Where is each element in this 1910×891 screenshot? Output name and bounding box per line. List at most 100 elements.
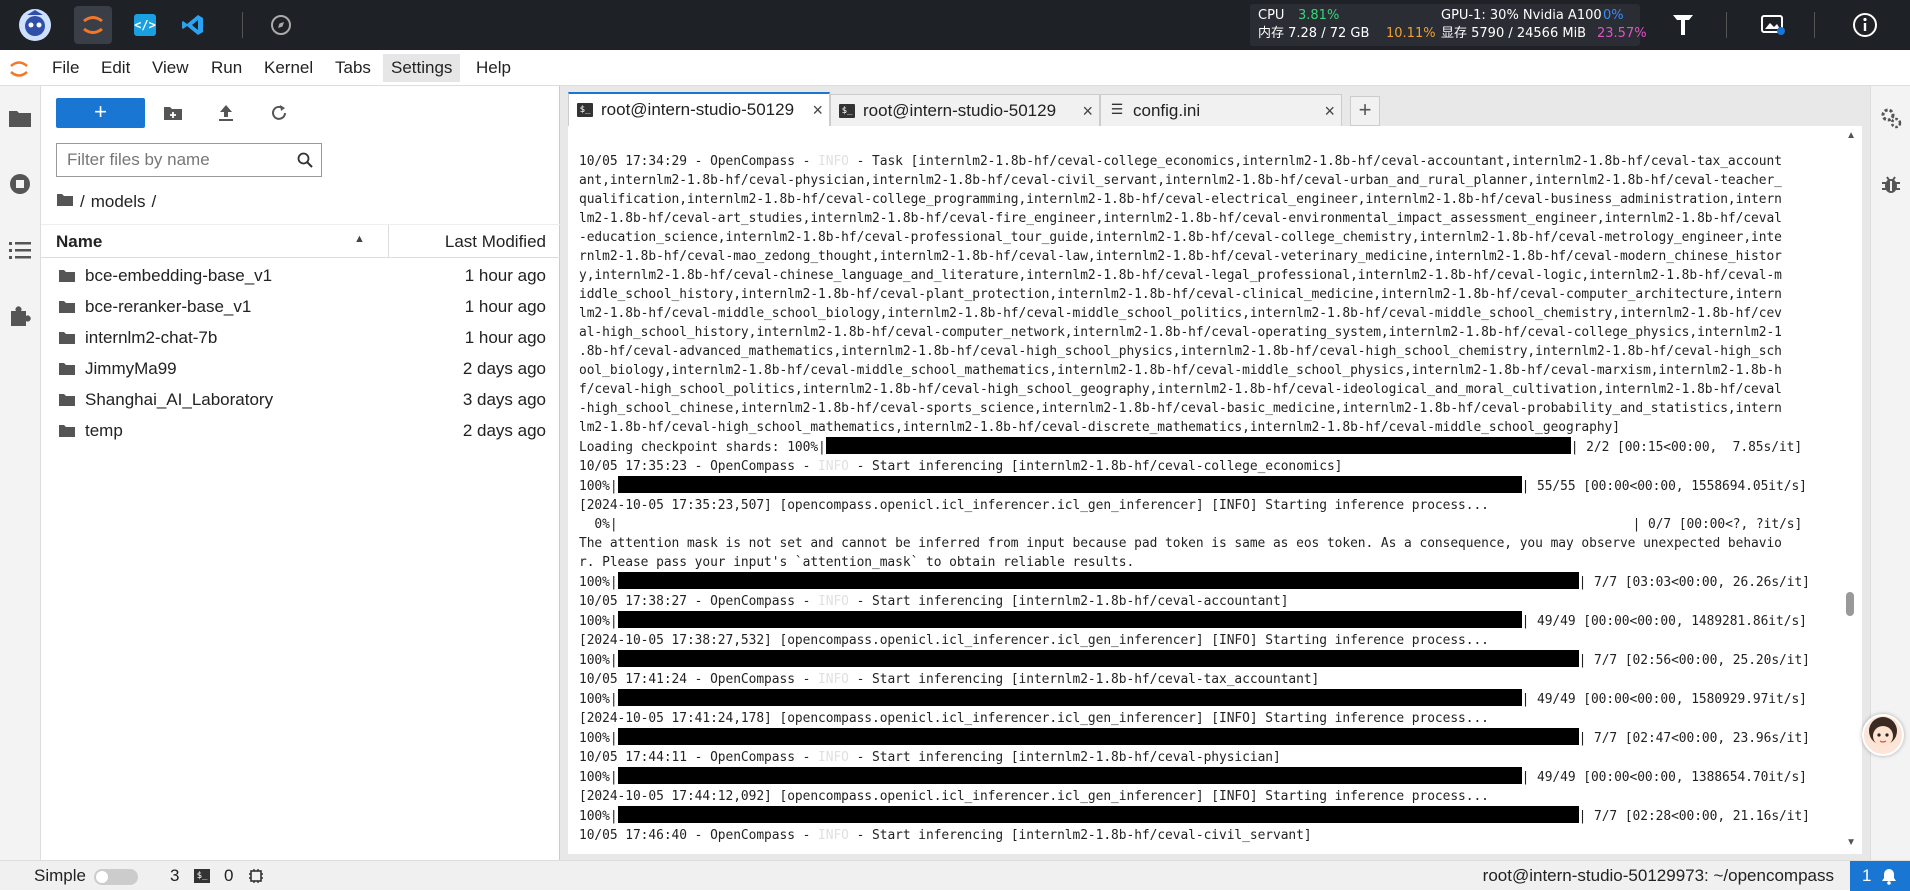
terminal-app-icon[interactable] [1664,6,1702,44]
tab-label: config.ini [1133,101,1201,120]
menu-tabs[interactable]: Tabs [327,54,379,82]
sort-ascending-icon[interactable]: ▲ [354,233,365,245]
tab-label: root@intern-studio-50129 [601,100,795,119]
progress-line: 100%| | 7/7 [02:56<00:00, 25.20s/it] [579,650,1839,670]
scroll-down-arrow[interactable]: ▼ [1846,837,1856,848]
add-tab-button[interactable]: + [1350,96,1380,126]
breadcrumb-root[interactable]: / [80,192,85,212]
notification-count: 1 [1862,866,1872,885]
column-divider[interactable] [388,225,389,258]
log-line: 10/05 17:46:40 - OpenCompass - INFO - St… [579,828,1312,843]
log-line: 10/05 17:41:24 - OpenCompass - INFO - St… [579,672,1320,687]
simple-mode-toggle[interactable] [94,869,138,885]
notifications-button[interactable]: 1 [1850,861,1910,891]
column-modified-header[interactable]: Last Modified [445,232,546,252]
log-line: -education_science,internlm2-1.8b-hf/cev… [579,230,1782,245]
file-modified: 2 days ago [462,359,546,378]
search-icon [297,152,313,173]
assistant-avatar[interactable] [1862,714,1904,756]
log-line: 10/05 17:35:23 - OpenCompass - INFO - St… [579,459,1343,474]
terminal-icon[interactable]: $_ [194,869,210,883]
progress-line: 100%| | 7/7 [03:03<00:00, 26.26s/it] [579,572,1839,592]
tab-label: root@intern-studio-50129 [863,101,1057,120]
folder-icon[interactable] [56,192,74,212]
vram-value: 23.57% [1597,26,1647,41]
new-folder-icon[interactable] [160,100,186,126]
log-line: al-high_school_history,internlm2-1.8b-hf… [579,325,1782,340]
close-icon[interactable]: × [812,94,823,126]
filter-files-field[interactable] [56,143,322,177]
menu-view[interactable]: View [144,54,197,82]
file-row[interactable]: bce-embedding-base_v1 1 hour ago [41,260,560,291]
filter-files-input[interactable] [57,144,277,176]
terminal-count[interactable]: 0 [224,866,233,886]
file-row[interactable]: internlm2-chat-7b 1 hour ago [41,322,560,353]
extensions-icon[interactable] [6,302,34,330]
scroll-up-arrow[interactable]: ▲ [1846,130,1856,141]
tab-terminal-2[interactable]: $_ root@intern-studio-50129 × [830,94,1100,128]
kernel-status-icon[interactable] [248,868,264,889]
cpu-label: CPU [1258,8,1285,23]
column-name-header[interactable]: Name [56,232,102,252]
vscode-icon[interactable] [174,6,212,44]
gpu-label: GPU-1: 30% Nvidia A100 [1441,8,1602,23]
file-modified: 3 days ago [462,390,546,409]
file-modified: 1 hour ago [464,266,546,285]
tab-config-ini[interactable]: ☰ config.ini × [1100,94,1342,128]
menu-help[interactable]: Help [468,54,519,82]
folder-icon [58,299,76,313]
breadcrumb-folder[interactable]: models [91,192,146,212]
file-row[interactable]: JimmyMa99 2 days ago [41,353,560,384]
menu-file[interactable]: File [44,54,87,82]
bell-icon [1880,867,1898,890]
close-icon[interactable]: × [1324,95,1335,127]
file-row[interactable]: bce-reranker-base_v1 1 hour ago [41,291,560,322]
file-name: JimmyMa99 [85,359,177,378]
jupyter-icon[interactable] [74,6,112,44]
log-line: r. Please pass your input's `attention_m… [579,555,1135,570]
progress-line: Loading checkpoint shards: 100%| | 2/2 [0… [579,437,1839,457]
left-sidebar [0,86,41,860]
file-row[interactable]: Shanghai_AI_Laboratory 3 days ago [41,384,560,415]
log-line: lm2-1.8b-hf/ceval-middle_school_biology,… [579,306,1782,321]
menu-edit[interactable]: Edit [93,54,138,82]
scrollbar-thumb[interactable] [1846,592,1854,616]
compass-icon[interactable] [262,6,300,44]
folder-icon [58,268,76,282]
refresh-icon[interactable] [266,100,292,126]
log-line: rnlm2-1.8b-hf/ceval-mao_zedong_thought,i… [579,249,1782,264]
log-line: 10/05 17:44:11 - OpenCompass - INFO - St… [579,750,1281,765]
log-line: [2024-10-05 17:35:23,507] [opencompass.o… [579,498,1489,513]
toolbar-divider [242,12,243,38]
folder-icon [58,392,76,406]
menu-kernel[interactable]: Kernel [256,54,321,82]
cpu-value: 3.81% [1298,8,1340,23]
progress-line: 100%| | 55/55 [00:00<00:00, 1558694.05it/… [579,476,1839,496]
log-level: INFO [818,154,849,169]
menu-settings[interactable]: Settings [383,54,461,82]
gpu-value: 0% [1603,8,1624,23]
running-kernels-icon[interactable] [6,170,34,198]
terminal-output[interactable]: 10/05 17:34:29 - OpenCompass - INFO - Ta… [579,133,1839,854]
file-name: bce-embedding-base_v1 [85,266,273,285]
terminal-panel[interactable]: 10/05 17:34:29 - OpenCompass - INFO - Ta… [568,126,1862,854]
info-icon[interactable] [1846,6,1884,44]
kernel-count[interactable]: 3 [170,866,179,886]
debugger-icon[interactable] [1877,170,1905,198]
upload-icon[interactable] [213,100,239,126]
folder-icon[interactable] [6,104,34,132]
image-monitor-icon[interactable] [1754,6,1792,44]
resource-monitor: CPU 3.81% GPU-1: 30% Nvidia A100 0% 内存 7… [1250,4,1647,46]
property-inspector-icon[interactable] [1877,104,1905,132]
code-editor-icon[interactable]: </> [126,6,164,44]
menu-run[interactable]: Run [203,54,250,82]
tab-terminal-1[interactable]: $_ root@intern-studio-50129 × [568,92,830,128]
top-toolbar: </> CPU 3.81% GPU-1: 30% Nvidia A100 0% … [0,0,1910,50]
close-icon[interactable]: × [1082,95,1093,127]
intern-logo-icon[interactable] [14,6,56,44]
table-of-contents-icon[interactable] [6,236,34,264]
folder-icon [58,361,76,375]
file-row[interactable]: temp 2 days ago [41,415,560,446]
log-line: [2024-10-05 17:44:12,092] [opencompass.o… [579,789,1489,804]
new-launcher-button[interactable]: + [56,98,145,128]
